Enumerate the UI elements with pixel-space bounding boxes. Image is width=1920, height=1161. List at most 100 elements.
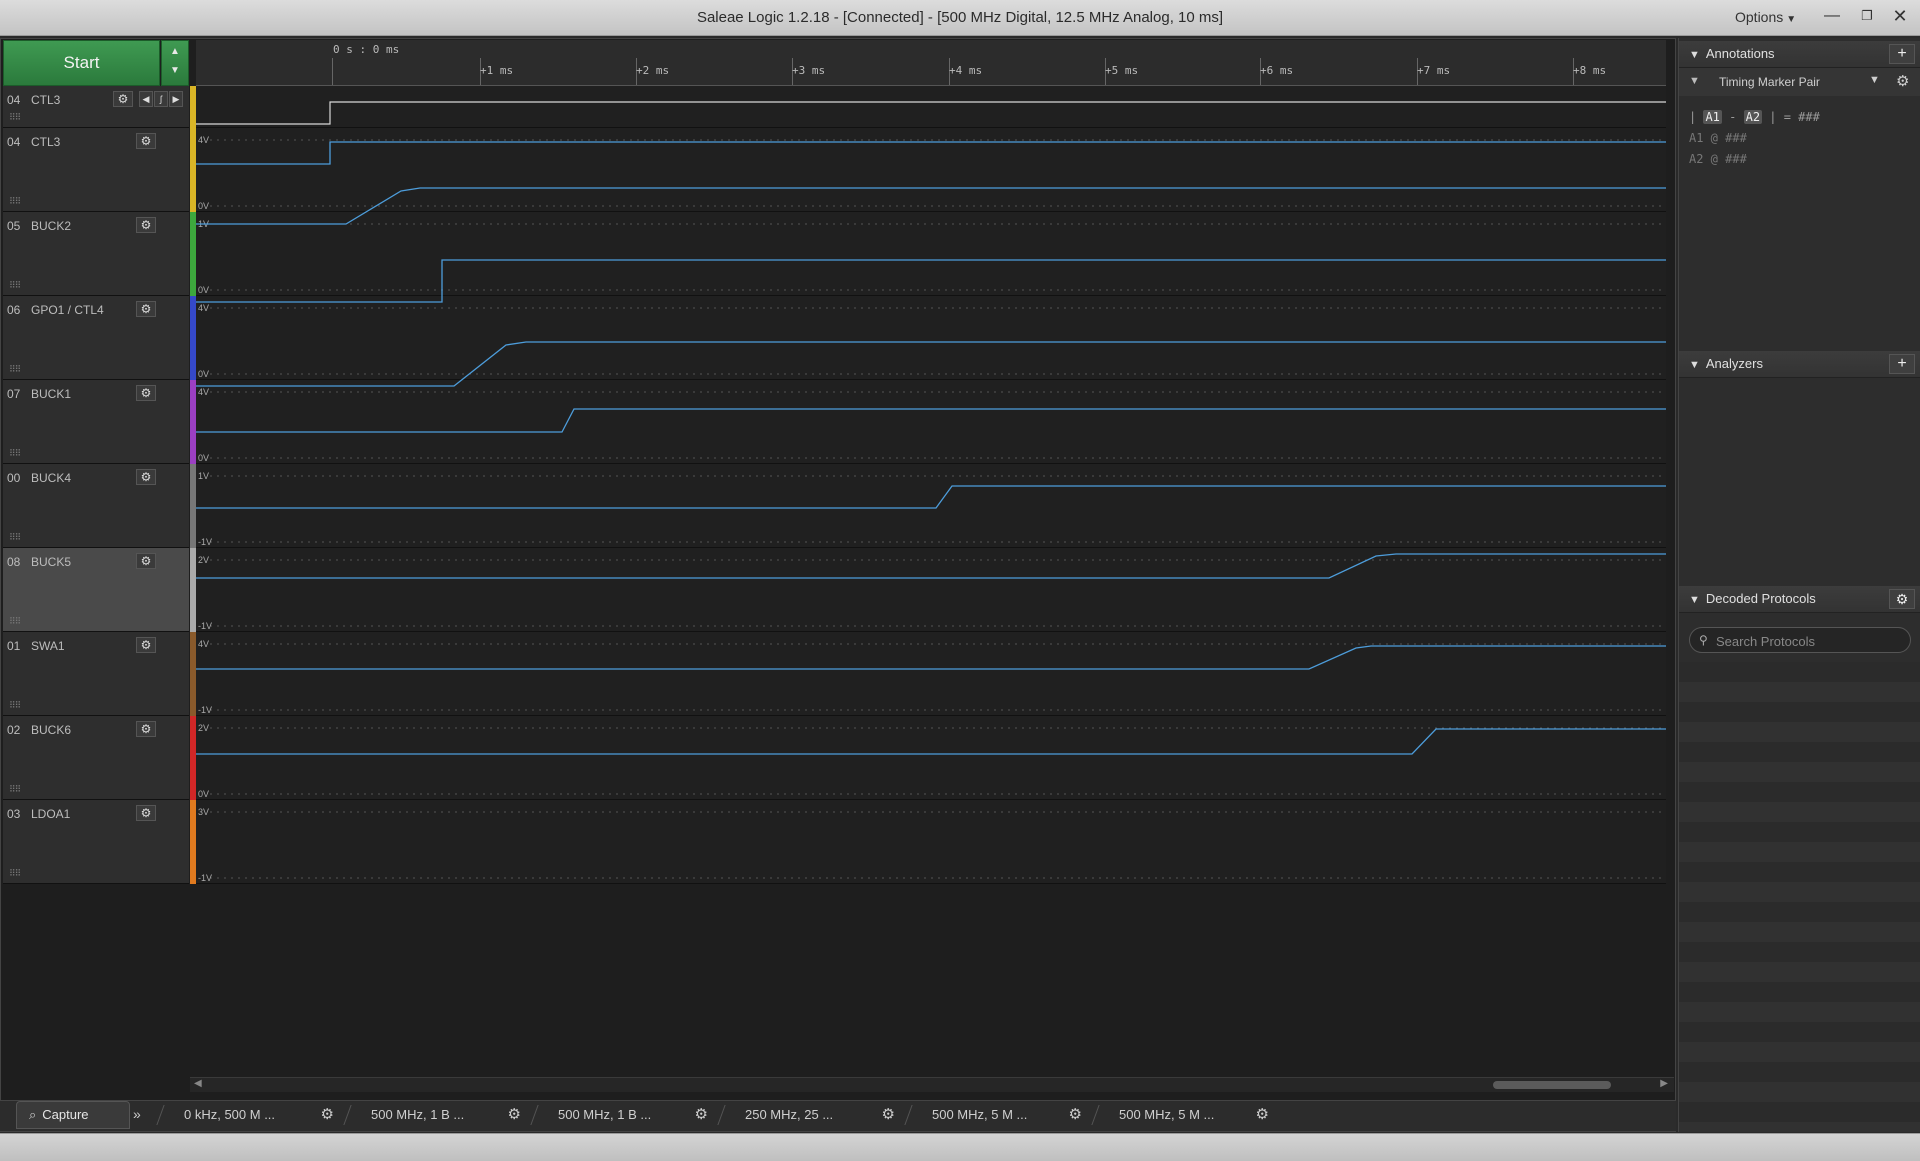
voltage-bottom-label: -1V bbox=[198, 537, 212, 547]
gear-icon[interactable]: ⚙ bbox=[136, 553, 156, 569]
decoded-protocols-header[interactable]: ▼ Decoded Protocols ⚙ bbox=[1679, 586, 1920, 613]
channel-row[interactable]: 08 BUCK5 ⚙ ⠿⠿ bbox=[3, 548, 189, 632]
drag-handle-icon[interactable]: ⠿⠿ bbox=[9, 280, 21, 291]
gear-icon[interactable]: ⚙ bbox=[136, 133, 156, 149]
ruler-tick-label: +1 ms bbox=[480, 64, 514, 77]
gear-icon[interactable]: ⚙ bbox=[136, 385, 156, 401]
drag-handle-icon[interactable]: ⠿⠿ bbox=[9, 196, 21, 207]
channel-name[interactable]: CTL3 bbox=[31, 135, 60, 149]
gear-icon[interactable]: ⚙ bbox=[136, 805, 156, 821]
channel-name[interactable]: BUCK2 bbox=[31, 219, 71, 233]
drag-handle-icon[interactable]: ⠿⠿ bbox=[9, 364, 21, 375]
gear-icon[interactable]: ⚙ bbox=[136, 217, 156, 233]
decoded-settings-button[interactable]: ⚙ bbox=[1889, 589, 1915, 609]
gear-icon[interactable]: ⚙ bbox=[113, 91, 133, 107]
diff-prefix: | bbox=[1689, 110, 1704, 124]
channel-row[interactable]: 04 CTL3 ⚙ ◀ ʃ ▶ ⠿⠿ bbox=[3, 86, 189, 128]
time-ruler[interactable]: 0 s : 0 ms +1 ms +2 ms +3 ms +4 ms +5 ms +6 m… bbox=[196, 40, 1666, 86]
protocol-search[interactable]: ⚲ bbox=[1689, 627, 1911, 653]
minimize-button[interactable]: — bbox=[1818, 4, 1846, 28]
drag-handle-icon[interactable]: ⠿⠿ bbox=[9, 112, 21, 123]
next-edge-icon[interactable]: ▶ bbox=[169, 91, 183, 107]
gear-icon[interactable]: ⚙ bbox=[1256, 1104, 1269, 1126]
waveform-area[interactable]: 4V0V1V0V4V0V4V0V1V-1V2V-1V4V-1V2V0V3V-1V bbox=[196, 86, 1666, 886]
voltage-top-label: 2V bbox=[198, 723, 209, 733]
more-tabs-button[interactable]: » bbox=[133, 1106, 141, 1122]
options-menu[interactable]: Options ▼ bbox=[1735, 9, 1796, 25]
channel-row[interactable]: 05 BUCK2 ⚙ ⠿⠿ bbox=[3, 212, 189, 296]
channel-name[interactable]: BUCK5 bbox=[31, 555, 71, 569]
chevron-down-icon: ▼ bbox=[1786, 14, 1797, 25]
gear-icon[interactable]: ⚙ bbox=[882, 1104, 895, 1126]
gear-icon[interactable]: ⚙ bbox=[321, 1104, 334, 1126]
drag-handle-icon[interactable]: ⠿⠿ bbox=[9, 448, 21, 459]
drag-handle-icon[interactable]: ⠿⠿ bbox=[9, 868, 21, 879]
channel-name[interactable]: BUCK1 bbox=[31, 387, 71, 401]
session-tab-label: 500 MHz, 1 B ... bbox=[371, 1107, 465, 1122]
maximize-button[interactable]: ❐ bbox=[1853, 4, 1881, 28]
arrow-down-icon: ▼ bbox=[170, 65, 180, 76]
channel-name[interactable]: BUCK4 bbox=[31, 471, 71, 485]
drag-handle-icon[interactable]: ⠿⠿ bbox=[9, 784, 21, 795]
channel-row[interactable]: 04 CTL3 ⚙ ⠿⠿ bbox=[3, 128, 189, 212]
gear-icon[interactable]: ⚙ bbox=[136, 637, 156, 653]
timing-marker-row[interactable]: ▼ Timing Marker Pair ▼ ⚙ bbox=[1679, 68, 1920, 96]
tab-capture[interactable]: ⌕ Capture bbox=[16, 1101, 130, 1129]
gear-icon[interactable]: ⚙ bbox=[695, 1104, 708, 1126]
gear-icon[interactable]: ⚙ bbox=[1896, 72, 1909, 90]
session-tab[interactable]: 500 MHz, 1 B ... ⚙ bbox=[371, 1104, 521, 1126]
scroll-right-icon[interactable]: ▶ bbox=[1660, 1078, 1668, 1089]
a1-chip[interactable]: A1 bbox=[1703, 110, 1722, 124]
channel-number: 05 bbox=[7, 219, 21, 233]
chevron-down-icon[interactable]: ▼ bbox=[1869, 74, 1880, 86]
channel-row[interactable]: 02 BUCK6 ⚙ ⠿⠿ bbox=[3, 716, 189, 800]
collapse-triangle-icon[interactable]: ▼ bbox=[1689, 49, 1700, 61]
channel-name[interactable]: GPO1 / CTL4 bbox=[31, 303, 104, 317]
horizontal-scrollbar[interactable]: ◀ ▶ bbox=[190, 1077, 1674, 1092]
channel-lane bbox=[196, 86, 1666, 128]
scrollbar-thumb[interactable] bbox=[1493, 1081, 1611, 1089]
channel-number: 04 bbox=[7, 135, 21, 149]
channel-name[interactable]: LDOA1 bbox=[31, 807, 70, 821]
collapse-triangle-icon[interactable]: ▼ bbox=[1689, 594, 1700, 606]
scroll-left-icon[interactable]: ◀ bbox=[194, 1078, 202, 1089]
ruler-tick-label: +5 ms bbox=[1105, 64, 1139, 77]
gear-icon[interactable]: ⚙ bbox=[136, 721, 156, 737]
gear-icon[interactable]: ⚙ bbox=[136, 469, 156, 485]
channel-row[interactable]: 00 BUCK4 ⚙ ⠿⠿ bbox=[3, 464, 189, 548]
trigger-edge-icon[interactable]: ʃ bbox=[154, 91, 168, 107]
gear-icon[interactable]: ⚙ bbox=[1069, 1104, 1082, 1126]
close-button[interactable]: ✕ bbox=[1886, 4, 1914, 28]
gear-icon[interactable]: ⚙ bbox=[508, 1104, 521, 1126]
start-options-button[interactable]: ▲ ▼ bbox=[161, 40, 189, 86]
channel-name[interactable]: CTL3 bbox=[31, 93, 60, 107]
ruler-origin-mark bbox=[332, 58, 333, 85]
session-tab[interactable]: 0 kHz, 500 M ... ⚙ bbox=[184, 1104, 334, 1126]
channel-row[interactable]: 01 SWA1 ⚙ ⠿⠿ bbox=[3, 632, 189, 716]
voltage-top-label: 1V bbox=[198, 471, 209, 481]
start-button[interactable]: Start bbox=[3, 40, 160, 86]
session-tab[interactable]: 250 MHz, 25 ... ⚙ bbox=[745, 1104, 895, 1126]
drag-handle-icon[interactable]: ⠿⠿ bbox=[9, 616, 21, 627]
annotations-header[interactable]: ▼ Annotations + bbox=[1679, 41, 1920, 68]
protocol-search-input[interactable] bbox=[1714, 631, 1908, 651]
gear-icon[interactable]: ⚙ bbox=[136, 301, 156, 317]
channel-number: 04 bbox=[7, 93, 21, 107]
drag-handle-icon[interactable]: ⠿⠿ bbox=[9, 700, 21, 711]
analyzers-header[interactable]: ▼ Analyzers + bbox=[1679, 351, 1920, 378]
channel-name[interactable]: SWA1 bbox=[31, 639, 65, 653]
channel-row[interactable]: 03 LDOA1 ⚙ ⠿⠿ bbox=[3, 800, 189, 884]
add-analyzer-button[interactable]: + bbox=[1889, 354, 1915, 374]
channel-row[interactable]: 07 BUCK1 ⚙ ⠿⠿ bbox=[3, 380, 189, 464]
channel-name[interactable]: BUCK6 bbox=[31, 723, 71, 737]
session-tab[interactable]: 500 MHz, 5 M ... ⚙ bbox=[932, 1104, 1082, 1126]
session-tab-bar: ⌕ Capture » 0 kHz, 500 M ... ⚙ 500 MHz, 1 B… bbox=[0, 1100, 1676, 1131]
prev-edge-icon[interactable]: ◀ bbox=[139, 91, 153, 107]
session-tab[interactable]: 500 MHz, 1 B ... ⚙ bbox=[558, 1104, 708, 1126]
add-annotation-button[interactable]: + bbox=[1889, 44, 1915, 64]
session-tab[interactable]: 500 MHz, 5 M ... ⚙ bbox=[1119, 1104, 1269, 1126]
channel-row[interactable]: 06 GPO1 / CTL4 ⚙ ⠿⠿ bbox=[3, 296, 189, 380]
drag-handle-icon[interactable]: ⠿⠿ bbox=[9, 532, 21, 543]
a2-chip[interactable]: A2 bbox=[1743, 110, 1763, 124]
collapse-triangle-icon[interactable]: ▼ bbox=[1689, 359, 1700, 371]
